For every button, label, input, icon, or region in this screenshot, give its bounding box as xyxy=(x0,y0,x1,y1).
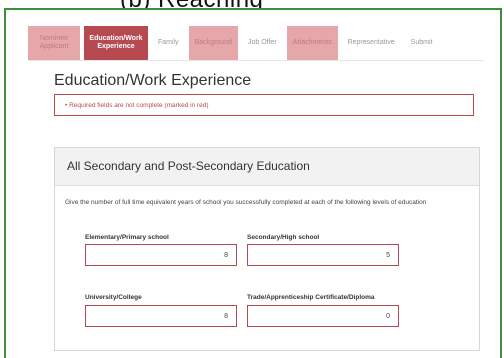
university-label: University/College xyxy=(85,294,142,301)
tab-representative[interactable]: Representative xyxy=(342,26,401,60)
screenshot-frame: Nominee Applicant Education/Work Experie… xyxy=(4,8,502,358)
elementary-label: Elementary/Primary school xyxy=(85,234,169,241)
trade-field[interactable]: 0 xyxy=(247,305,399,327)
tab-label: Job Offer xyxy=(247,38,277,46)
tab-nominee-applicant[interactable]: Nominee Applicant xyxy=(28,26,80,60)
tab-label: Attachments xyxy=(292,38,332,46)
elementary-field[interactable]: 8 xyxy=(85,244,237,266)
tab-label: Submit xyxy=(410,38,433,46)
tab-label: Education/Work Experience xyxy=(89,34,143,50)
tab-label: Nominee Applicant xyxy=(39,34,69,50)
tab-label: Family xyxy=(158,38,179,46)
tab-attachments[interactable]: Attachments xyxy=(286,26,338,60)
panel-description: Give the number of full time equivalent … xyxy=(65,199,427,206)
tab-label: Background xyxy=(194,38,232,46)
page-title: Education/Work Experience xyxy=(54,72,252,89)
tab-submit[interactable]: Submit xyxy=(405,26,439,60)
university-field[interactable]: 8 xyxy=(85,305,237,327)
tab-background[interactable]: Background xyxy=(188,26,238,60)
tab-job-offer[interactable]: Job Offer xyxy=(242,26,283,60)
secondary-field[interactable]: 5 xyxy=(247,244,399,266)
education-panel: All Secondary and Post-Secondary Educati… xyxy=(54,147,480,351)
tab-label: Representative xyxy=(347,38,395,46)
trade-label: Trade/Apprenticeship Certificate/Diploma xyxy=(247,294,375,301)
tab-education-work-experience[interactable]: Education/Work Experience xyxy=(84,26,148,60)
step-tabs: Nominee Applicant Education/Work Experie… xyxy=(28,26,442,60)
tab-family[interactable]: Family xyxy=(152,26,185,60)
secondary-label: Secondary/High school xyxy=(247,234,320,241)
tabs-divider xyxy=(28,60,484,61)
error-alert: • Required fields are not complete (mark… xyxy=(54,94,474,116)
panel-title: All Secondary and Post-Secondary Educati… xyxy=(55,148,479,186)
